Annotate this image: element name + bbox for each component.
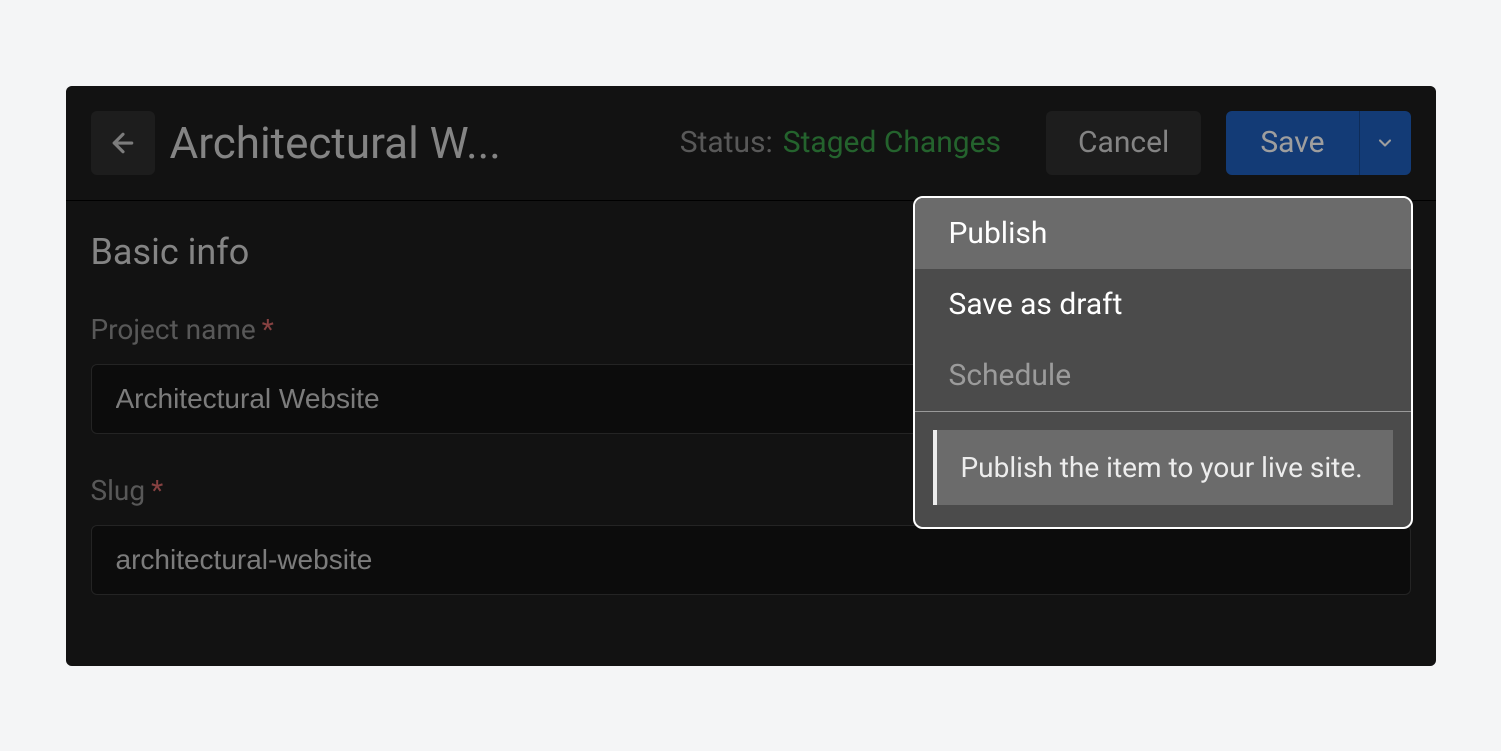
- save-dropdown-toggle[interactable]: [1359, 111, 1411, 175]
- dropdown-item-save-draft[interactable]: Save as draft: [915, 269, 1411, 340]
- status-label: Status:: [680, 125, 773, 160]
- editor-panel: Architectural W... Status: Staged Change…: [66, 86, 1436, 666]
- slug-label-text: Slug: [91, 474, 146, 507]
- slug-input[interactable]: [91, 525, 1411, 595]
- project-name-label-text: Project name: [91, 313, 256, 346]
- chevron-down-icon: [1375, 133, 1395, 153]
- status-value: Staged Changes: [783, 125, 1001, 160]
- required-asterisk: *: [151, 474, 163, 507]
- status-block: Status: Staged Changes: [680, 125, 1001, 160]
- page-title: Architectural W...: [170, 117, 501, 169]
- back-button[interactable]: [91, 111, 155, 175]
- save-button[interactable]: Save: [1226, 111, 1358, 175]
- arrow-left-icon: [108, 128, 138, 158]
- dropdown-item-schedule: Schedule: [915, 340, 1411, 411]
- save-split-button: Save: [1226, 111, 1410, 175]
- dropdown-help-wrap: Publish the item to your live site.: [915, 412, 1411, 527]
- cancel-button[interactable]: Cancel: [1046, 111, 1201, 175]
- required-asterisk: *: [262, 313, 274, 346]
- dropdown-item-publish[interactable]: Publish: [915, 198, 1411, 269]
- save-dropdown-menu: Publish Save as draft Schedule Publish t…: [913, 196, 1413, 529]
- header-bar: Architectural W... Status: Staged Change…: [66, 86, 1436, 201]
- dropdown-help-text: Publish the item to your live site.: [933, 430, 1393, 505]
